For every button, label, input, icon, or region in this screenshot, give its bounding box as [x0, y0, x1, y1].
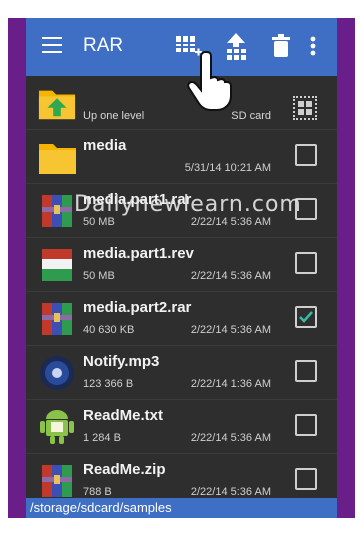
- file-name: media: [83, 137, 127, 154]
- file-name: ReadMe.zip: [83, 461, 166, 478]
- rar-archive-icon: [42, 465, 72, 497]
- file-date: 2/22/14 5:36 AM: [190, 486, 271, 498]
- file-row[interactable]: ReadMe.txt 1 284 B 2/22/14 5:36 AM: [26, 400, 337, 454]
- file-size: 50 MB: [83, 216, 115, 228]
- sd-card-label: SD card: [231, 110, 271, 122]
- android-file-icon: [40, 410, 74, 444]
- file-checkbox[interactable]: [295, 468, 317, 490]
- toolbar: RAR: [26, 18, 337, 76]
- file-list: Up one level SD card media 5/31/14 10:21 …: [26, 76, 337, 508]
- up-one-level-row[interactable]: Up one level SD card: [26, 76, 337, 130]
- file-name: Notify.mp3: [83, 353, 160, 370]
- file-date: 2/22/14 5:36 AM: [190, 324, 271, 336]
- select-all-icon[interactable]: [293, 96, 317, 120]
- file-row[interactable]: media 5/31/14 10:21 AM: [26, 130, 337, 184]
- watermark: Dailynewlearn.com: [74, 192, 302, 217]
- delete-icon[interactable]: [270, 32, 292, 60]
- file-name: media.part1.rev: [83, 245, 194, 262]
- file-checkbox[interactable]: [295, 414, 317, 436]
- file-checkbox[interactable]: [295, 252, 317, 274]
- file-size: 40 630 KB: [83, 324, 135, 336]
- rev-file-icon: [42, 249, 72, 281]
- audio-file-icon: [40, 356, 74, 390]
- file-date: 2/22/14 5:36 AM: [190, 216, 271, 228]
- file-row[interactable]: media.part1.rev 50 MB 2/22/14 5:36 AM: [26, 238, 337, 292]
- device-frame: RAR Up one level SD card media 5/31/14 1…: [8, 18, 355, 518]
- file-size: 1 284 B: [83, 432, 121, 444]
- file-date: 2/22/14 5:36 AM: [190, 270, 271, 282]
- file-date: 2/22/14 5:36 AM: [190, 432, 271, 444]
- app-screen: RAR Up one level SD card media 5/31/14 1…: [26, 18, 337, 518]
- file-size: 788 B: [83, 486, 112, 498]
- file-checkbox[interactable]: [295, 144, 317, 166]
- file-name: ReadMe.txt: [83, 407, 164, 424]
- checkmark-icon: [299, 311, 313, 323]
- rar-archive-icon: [42, 195, 72, 227]
- app-title: RAR: [83, 35, 124, 56]
- folder-icon: [39, 144, 76, 174]
- up-folder-icon: [38, 90, 76, 120]
- menu-icon[interactable]: [42, 37, 62, 55]
- rar-archive-icon: [42, 303, 72, 335]
- file-row[interactable]: media.part2.rar 40 630 KB 2/22/14 5:36 AM: [26, 292, 337, 346]
- file-checkbox[interactable]: [295, 360, 317, 382]
- file-size: 50 MB: [83, 270, 115, 282]
- file-checkbox[interactable]: [295, 306, 317, 328]
- pointing-hand-icon: [187, 51, 232, 111]
- up-one-level-label: Up one level: [83, 110, 145, 122]
- more-icon[interactable]: [308, 32, 318, 60]
- file-row[interactable]: Notify.mp3 123 366 B 2/22/14 1:36 AM: [26, 346, 337, 400]
- file-date: 5/31/14 10:21 AM: [184, 162, 271, 174]
- file-name: media.part2.rar: [83, 299, 192, 316]
- file-size: 123 366 B: [83, 378, 134, 390]
- file-date: 2/22/14 1:36 AM: [190, 378, 271, 390]
- path-bar: /storage/sdcard/samples: [26, 498, 337, 518]
